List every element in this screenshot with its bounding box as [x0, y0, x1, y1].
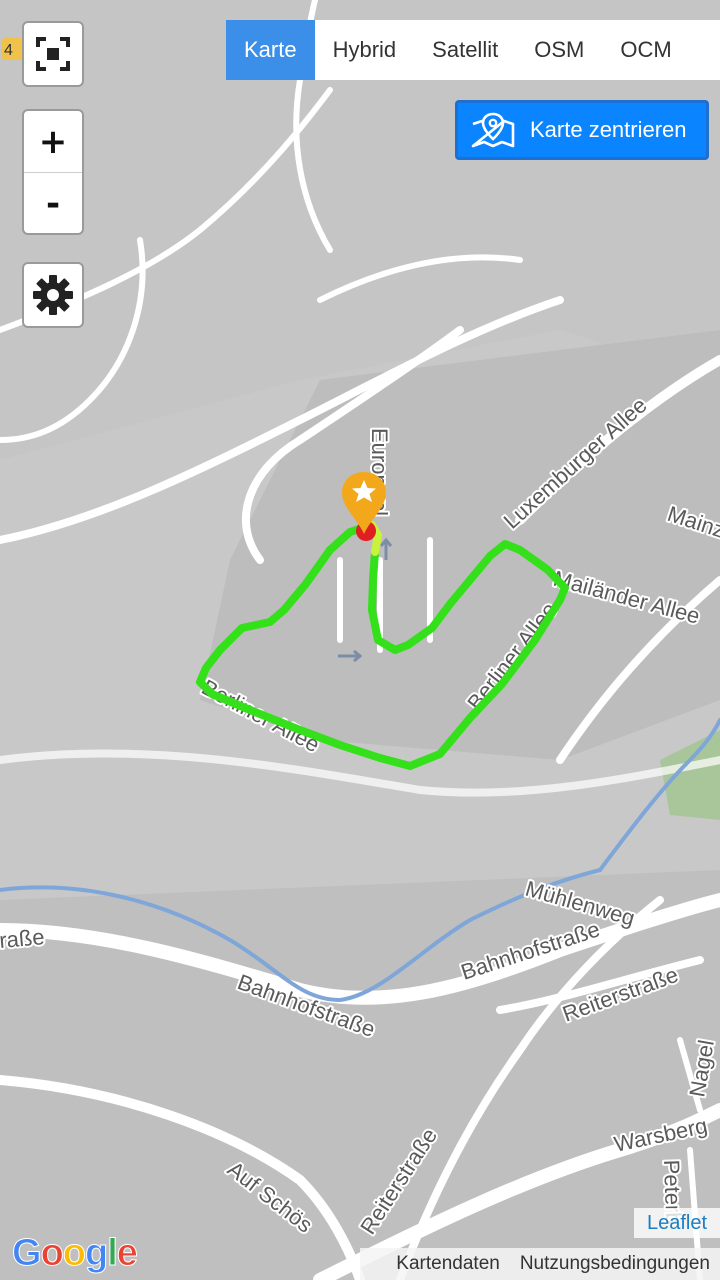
- fit-bounds-button[interactable]: [24, 23, 82, 85]
- zoom-out-button[interactable]: -: [24, 172, 82, 234]
- zoom-in-button[interactable]: +: [24, 111, 82, 172]
- road-badge-label: 4: [4, 42, 13, 59]
- map-canvas[interactable]: 4 Europapl Luxemburger Allee Mainz Mailä…: [0, 0, 720, 1280]
- map-data-link[interactable]: Kartendaten: [386, 1253, 510, 1275]
- street-label-strasse-left: raße: [0, 924, 46, 953]
- map-layer-tabs: Karte Hybrid Satellit OSM OCM: [226, 20, 720, 80]
- tab-karte[interactable]: Karte: [226, 20, 315, 80]
- tab-ocm[interactable]: OCM: [602, 20, 689, 80]
- terms-link[interactable]: Nutzungsbedingungen: [510, 1253, 720, 1275]
- google-logo: Google: [12, 1232, 139, 1275]
- leaflet-attribution-link[interactable]: Leaflet: [634, 1208, 720, 1238]
- fit-bounds-icon: [36, 37, 70, 71]
- settings-control: [22, 262, 84, 328]
- settings-button[interactable]: [24, 264, 82, 326]
- tab-hybrid[interactable]: Hybrid: [315, 20, 415, 80]
- attribution-bar: Kartendaten Nutzungsbedingungen: [360, 1248, 720, 1280]
- zoom-control: + -: [22, 109, 84, 235]
- center-map-button[interactable]: Karte zentrieren: [455, 100, 709, 160]
- center-map-label: Karte zentrieren: [530, 117, 687, 142]
- map-pin-icon: [471, 112, 515, 148]
- tab-osm[interactable]: OSM: [516, 20, 602, 80]
- gear-icon: [33, 275, 73, 315]
- fit-bounds-control: [22, 21, 84, 87]
- tab-satellit[interactable]: Satellit: [414, 20, 516, 80]
